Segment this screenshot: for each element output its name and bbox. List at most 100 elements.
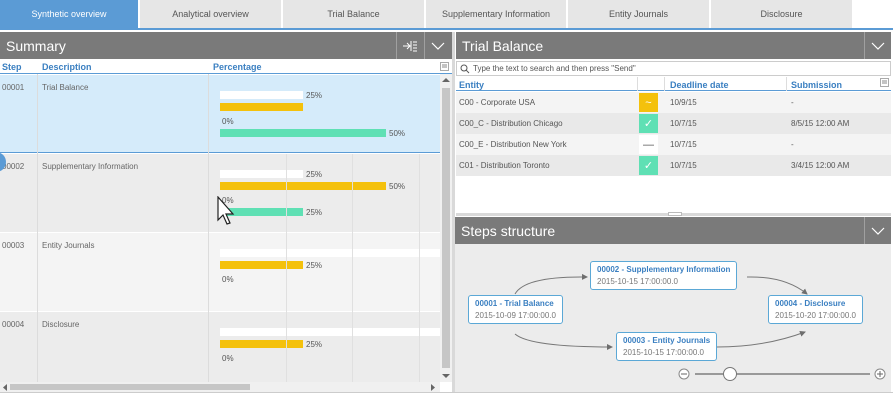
- expand-button[interactable]: [396, 32, 422, 59]
- scroll-up-icon[interactable]: [442, 77, 450, 83]
- tab-supplementary-information[interactable]: Supplementary Information: [426, 0, 566, 28]
- step-node[interactable]: 00003 - Entity Journals 2015-10-15 17:00…: [616, 332, 718, 361]
- zoom-slider-thumb[interactable]: [723, 367, 737, 381]
- scroll-thumb[interactable]: [10, 384, 250, 390]
- entity-cell: C00_C - Distribution Chicago: [459, 119, 563, 128]
- step-cell: 00001: [2, 83, 25, 92]
- bar-yellow: [220, 182, 386, 190]
- search-input[interactable]: Type the text to search and then press "…: [456, 61, 891, 76]
- grid-line: [286, 154, 287, 382]
- trial-balance-title: Trial Balance: [462, 37, 544, 54]
- step-node-title: 00001 - Trial Balance: [475, 299, 554, 308]
- table-row[interactable]: C00_C - Distribution Chicago ✓ 10/7/15 8…: [456, 113, 891, 134]
- status-strip: [0, 392, 893, 400]
- check-icon: ✓: [639, 114, 658, 133]
- column-settings-icon[interactable]: [880, 78, 889, 87]
- summary-horizontal-scrollbar[interactable]: [0, 382, 440, 392]
- description-cell: Supplementary Information: [42, 162, 139, 171]
- column-divider: [786, 77, 787, 91]
- summary-header: Summary: [0, 32, 452, 59]
- col-step[interactable]: Step: [2, 62, 22, 72]
- grid-line: [419, 154, 420, 382]
- trial-balance-column-header: Entity Deadline date Submission: [456, 77, 891, 91]
- zoom-out-icon[interactable]: [678, 368, 690, 380]
- scroll-thumb[interactable]: [442, 88, 450, 368]
- col-submission[interactable]: Submission: [791, 80, 842, 90]
- step-node-date: 2015-10-15 17:00:00.0: [597, 277, 678, 286]
- step-node-date: 2015-10-09 17:00:00.0: [475, 311, 556, 320]
- scroll-down-icon[interactable]: [442, 373, 450, 379]
- chevron-down-icon: [871, 227, 884, 235]
- table-row[interactable]: C01 - Distribution Toronto ✓ 10/7/15 3/4…: [456, 155, 891, 176]
- col-entity[interactable]: Entity: [459, 80, 484, 90]
- bar-green: [220, 129, 386, 137]
- table-row[interactable]: C00 - Corporate USA ~ 10/9/15 -: [456, 92, 891, 113]
- submission-cell: -: [791, 140, 794, 149]
- search-icon: [460, 64, 470, 73]
- step-cell: 00004: [2, 320, 25, 329]
- column-divider: [208, 74, 209, 382]
- entity-cell: C00_E - Distribution New York: [459, 140, 567, 149]
- col-description[interactable]: Description: [42, 62, 92, 72]
- scroll-right-icon[interactable]: [430, 384, 436, 391]
- pct-label: 25%: [306, 208, 323, 217]
- col-deadline-date[interactable]: Deadline date: [670, 80, 729, 90]
- chevron-down-icon: [871, 42, 884, 50]
- table-row[interactable]: 00003 Entity Journals 25% 0%: [0, 233, 440, 311]
- collapse-button[interactable]: [864, 217, 890, 244]
- bar-white: [220, 91, 303, 99]
- column-settings-icon[interactable]: [440, 62, 449, 71]
- collapse-button[interactable]: [424, 32, 450, 59]
- steps-structure-header: Steps structure: [455, 217, 891, 244]
- pct-label: 25%: [306, 261, 323, 270]
- steps-diagram: 00001 - Trial Balance 2015-10-09 17:00:0…: [455, 244, 891, 392]
- deadline-cell: 10/7/15: [670, 119, 697, 128]
- tab-entity-journals[interactable]: Entity Journals: [568, 0, 709, 28]
- pct-label: 0%: [222, 275, 234, 284]
- bar-white: [220, 249, 440, 257]
- submission-cell: 3/4/15 12:00 AM: [791, 161, 850, 170]
- collapse-button[interactable]: [864, 32, 890, 59]
- zoom-in-icon[interactable]: [874, 368, 886, 380]
- step-node-date: 2015-10-15 17:00:00.0: [623, 348, 704, 357]
- table-row[interactable]: 00001 Trial Balance 25% 0% 50%: [0, 75, 440, 153]
- submission-cell: -: [791, 98, 794, 107]
- chevron-down-icon: [431, 42, 444, 50]
- column-divider: [664, 77, 665, 91]
- zoom-slider-track[interactable]: [695, 373, 870, 375]
- tab-disclosure[interactable]: Disclosure: [711, 0, 852, 28]
- col-percentage[interactable]: Percentage: [213, 62, 262, 72]
- scroll-left-icon[interactable]: [2, 384, 8, 391]
- step-node[interactable]: 00004 - Disclosure 2015-10-20 17:00:00.0: [768, 295, 863, 324]
- table-row[interactable]: C00_E - Distribution New York — 10/7/15 …: [456, 134, 891, 155]
- pct-label: 25%: [306, 340, 323, 349]
- description-cell: Disclosure: [42, 320, 80, 329]
- bar-yellow: [220, 261, 303, 269]
- step-node[interactable]: 00001 - Trial Balance 2015-10-09 17:00:0…: [468, 295, 563, 324]
- deadline-cell: 10/7/15: [670, 140, 697, 149]
- table-row[interactable]: 00004 Disclosure 25% 0%: [0, 312, 440, 382]
- pct-label: 25%: [306, 91, 323, 100]
- pct-label: 0%: [222, 354, 234, 363]
- bar-white: [220, 328, 440, 336]
- tab-underline: [0, 28, 893, 30]
- bar-yellow: [220, 103, 303, 111]
- expand-icon: [402, 40, 417, 51]
- description-cell: Trial Balance: [42, 83, 89, 92]
- tab-synthetic-overview[interactable]: Synthetic overview: [0, 0, 138, 28]
- step-node-date: 2015-10-20 17:00:00.0: [775, 311, 856, 320]
- summary-vertical-scrollbar[interactable]: [440, 74, 452, 382]
- trial-balance-header: Trial Balance: [456, 32, 891, 59]
- pct-label: 25%: [306, 170, 323, 179]
- splitter-handle[interactable]: [668, 212, 682, 216]
- tab-trial-balance[interactable]: Trial Balance: [283, 0, 424, 28]
- bar-yellow: [220, 340, 303, 348]
- step-node-title: 00003 - Entity Journals: [623, 336, 711, 345]
- column-divider: [637, 77, 638, 91]
- tab-analytical-overview[interactable]: Analytical overview: [140, 0, 281, 28]
- steps-structure-title: Steps structure: [461, 222, 556, 239]
- summary-column-header: Step Description Percentage: [0, 61, 452, 74]
- step-node[interactable]: 00002 - Supplementary Information 2015-1…: [590, 261, 738, 290]
- pending-status-icon: ~: [639, 93, 658, 112]
- pct-label: 50%: [389, 182, 406, 191]
